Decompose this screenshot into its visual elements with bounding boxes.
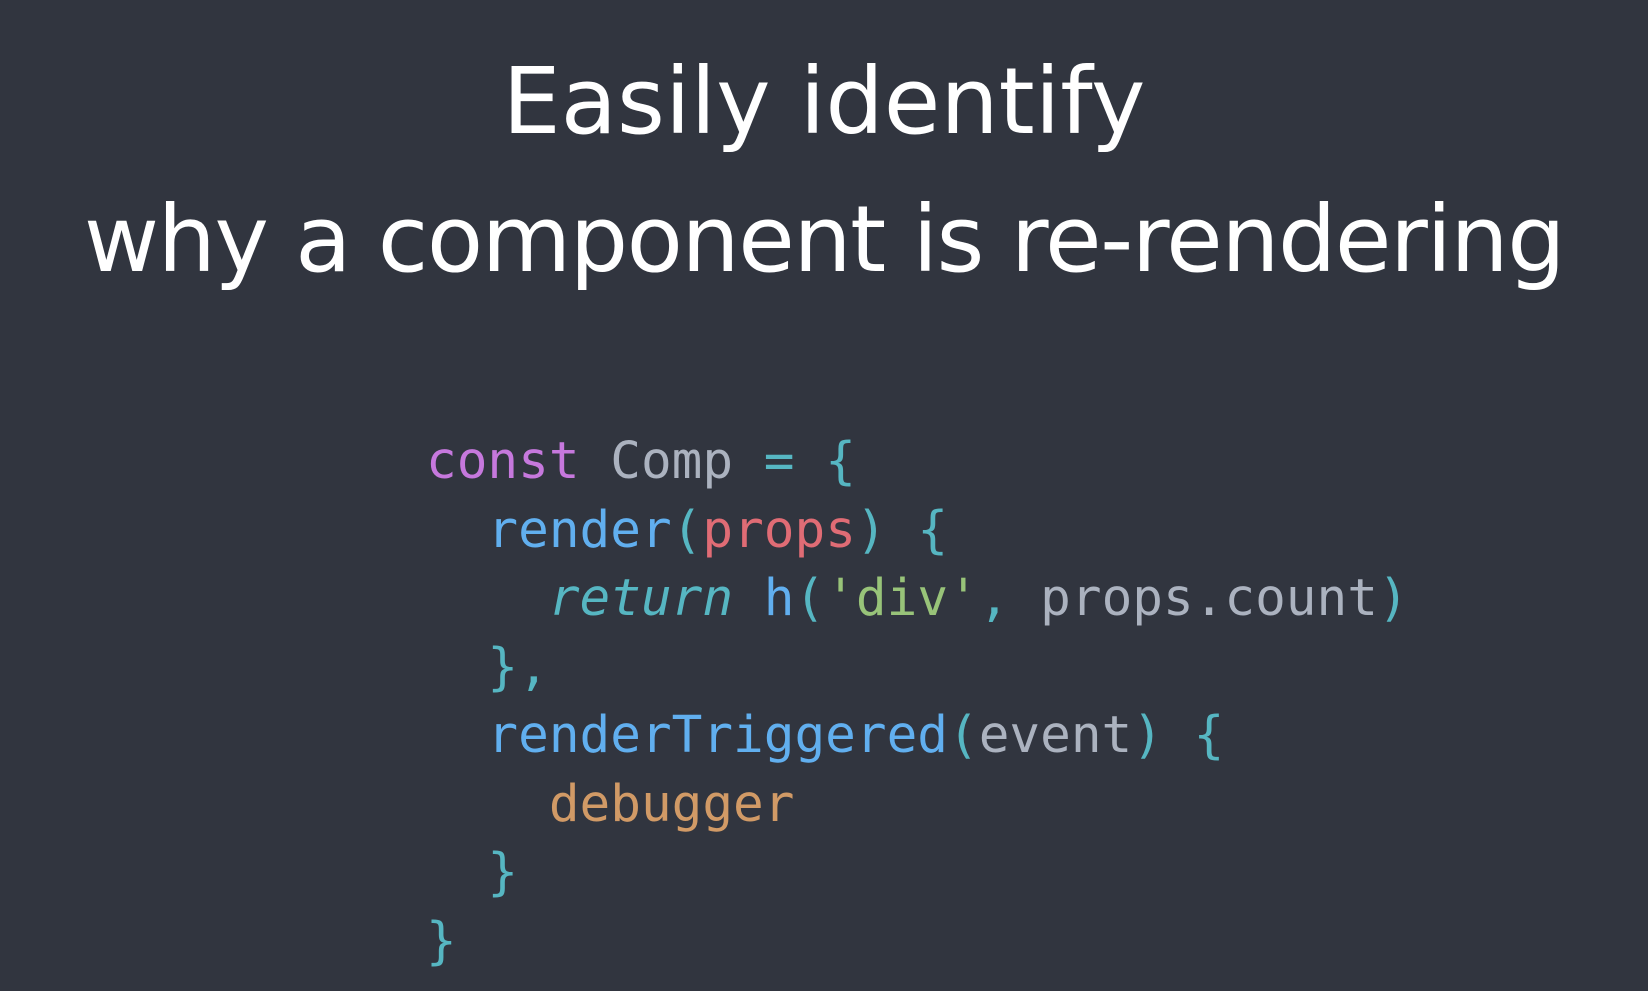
code-token-ident: Comp: [610, 432, 734, 491]
code-token-punct: },: [487, 637, 549, 697]
code-token-punct: =: [733, 432, 826, 491]
code-token-property: props.count: [1040, 569, 1378, 628]
code-token-param: props: [702, 500, 856, 560]
code-line: return h('div', props.count): [426, 565, 1409, 634]
code-token-punct: ,: [978, 569, 1041, 628]
code-line: renderTriggered(event) {: [426, 702, 1409, 771]
presentation-slide: Easily identify why a component is re-re…: [0, 0, 1648, 991]
code-token-punct: }: [426, 911, 457, 971]
code-line: debugger: [426, 771, 1409, 840]
code-line: const Comp = {: [426, 428, 1409, 497]
slide-title-line-2: why a component is re-rendering: [83, 186, 1566, 293]
code-token-func: renderTriggered: [487, 706, 948, 765]
code-token-punct: ): [1377, 569, 1409, 628]
code-token-property: event: [978, 706, 1133, 765]
code-token-punct: ) {: [1132, 706, 1225, 765]
code-line: render(props) {: [426, 497, 1409, 566]
code-token-punct: }: [487, 843, 519, 902]
code-token-keyword: const: [426, 432, 580, 491]
code-block: const Comp = { render(props) { return h(…: [426, 428, 1409, 976]
code-token-func: h: [763, 569, 795, 628]
slide-title-line-1: Easily identify: [502, 48, 1146, 155]
code-line: },: [426, 634, 1409, 703]
code-token-debugger: debugger: [548, 774, 795, 834]
code-token-punct: (: [671, 500, 703, 560]
code-line: }: [426, 839, 1409, 908]
code-token-punct: (: [948, 706, 979, 765]
code-token-func: render: [487, 500, 672, 560]
code-token-string: 'div': [825, 569, 979, 628]
code-token-return: return: [548, 569, 734, 628]
code-token-punct: (: [794, 569, 826, 628]
code-token-punct: ) {: [855, 500, 949, 560]
code-token-punct: {: [825, 432, 856, 491]
code-line: }: [426, 908, 1409, 977]
